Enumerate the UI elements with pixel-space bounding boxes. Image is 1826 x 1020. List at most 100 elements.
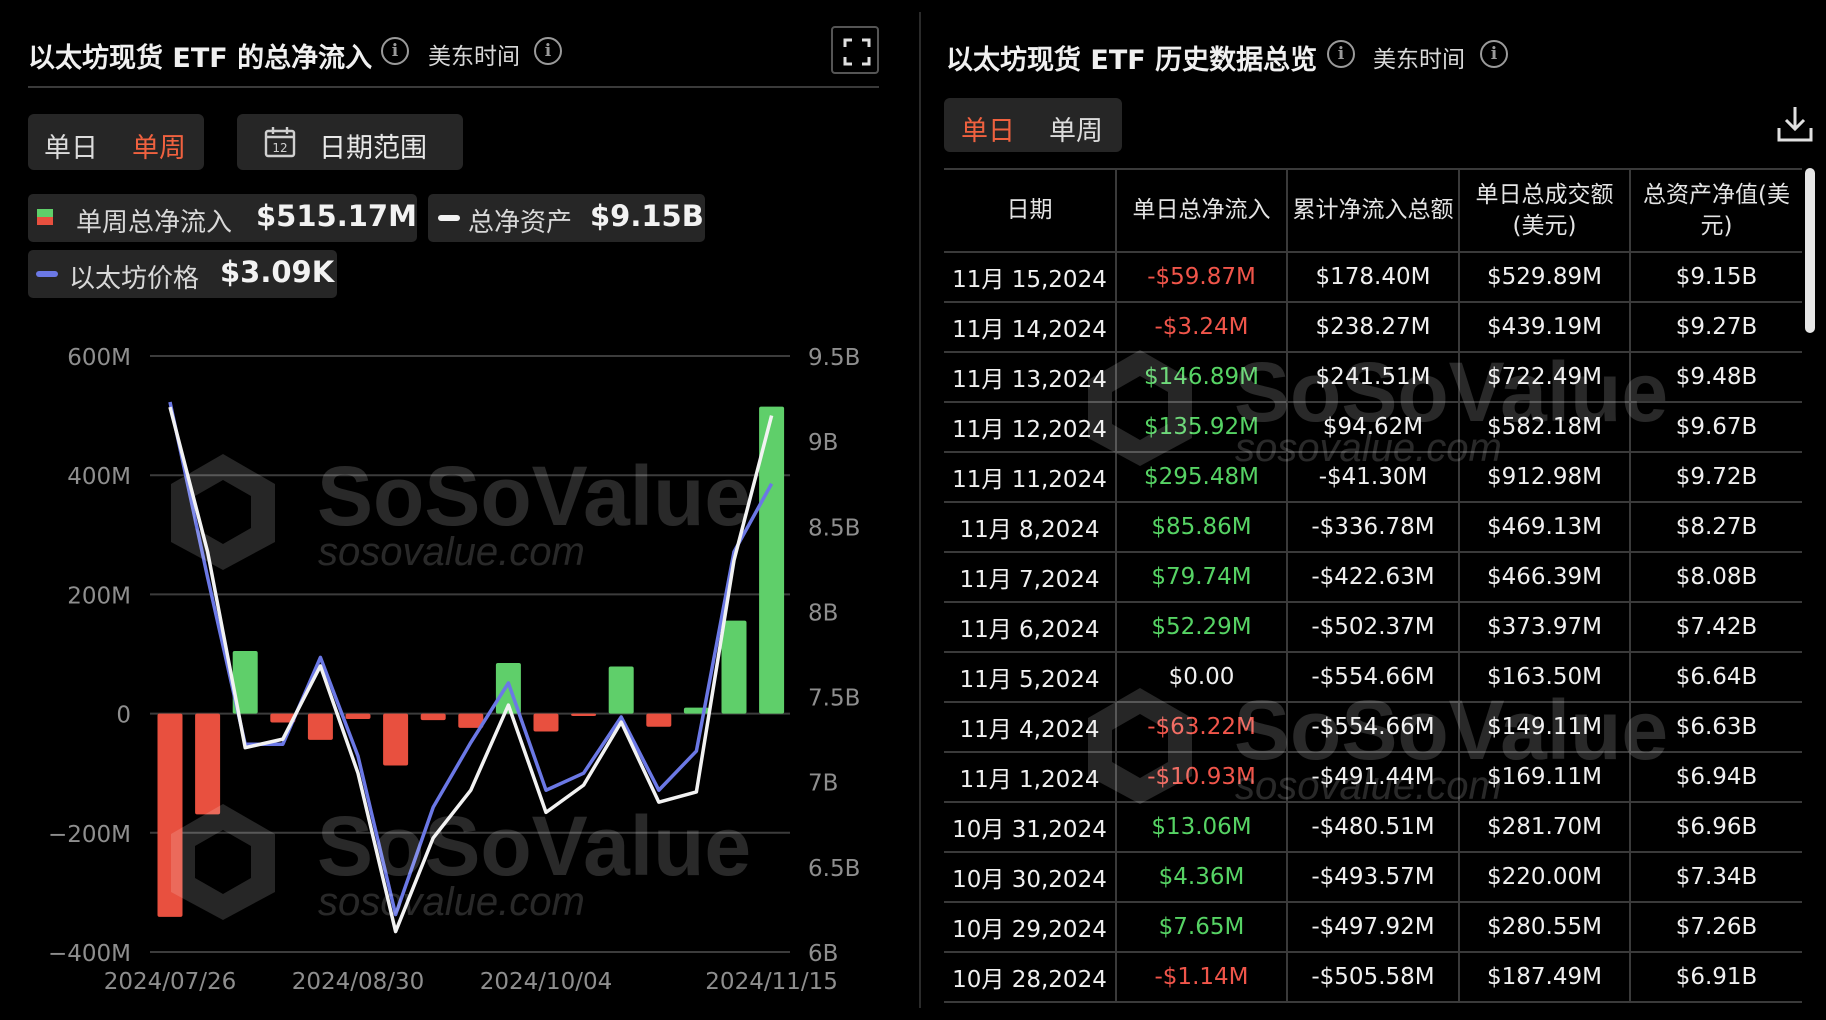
- cell-date: 11月 1,2024: [944, 752, 1117, 803]
- cell-total-net-assets: $9.15B: [1630, 252, 1802, 303]
- x-tick-label: 2024/08/30: [292, 969, 425, 995]
- table-header-row: 日期 单日总净流入 累计净流入总额 单日总成交额 (美元) 总资产净值(美元): [944, 169, 1802, 253]
- cell-daily-net-inflow: $79.74M: [1116, 552, 1288, 603]
- net-assets-line: [168, 406, 774, 934]
- col-total-net-assets[interactable]: 总资产净值(美元): [1630, 169, 1802, 253]
- inflow-bar: [646, 713, 672, 727]
- table-row[interactable]: 11月 12,2024 $135.92M $94.62M $582.18M $9.67B: [944, 402, 1802, 453]
- col-daily-value-traded[interactable]: 单日总成交额 (美元): [1459, 169, 1631, 253]
- inflow-bar: [383, 713, 409, 766]
- table-row[interactable]: 10月 28,2024 -$1.14M -$505.58M $187.49M $6.91…: [944, 952, 1802, 1003]
- calendar-day: 12: [272, 141, 287, 155]
- cell-cumulative-net-inflow: -$336.78M: [1287, 502, 1460, 553]
- y-left-tick-label: 0: [116, 703, 131, 729]
- cell-date: 11月 7,2024: [944, 552, 1117, 603]
- cell-cumulative-net-inflow: -$505.58M: [1287, 952, 1460, 1003]
- timezone-info-icon[interactable]: i: [534, 37, 562, 65]
- cell-cumulative-net-inflow: -$497.92M: [1287, 902, 1460, 953]
- history-title: 以太坊现货 ETF 历史数据总览: [946, 45, 1318, 76]
- cell-daily-net-inflow: $13.06M: [1116, 802, 1288, 853]
- table-row[interactable]: 11月 1,2024 -$10.93M -$491.44M $169.11M $6.94…: [944, 752, 1802, 803]
- cell-cumulative-net-inflow: -$502.37M: [1287, 602, 1460, 653]
- table-row[interactable]: 11月 4,2024 -$63.22M -$554.66M $149.11M $6.63…: [944, 702, 1802, 753]
- timezone-info-icon[interactable]: i: [1480, 40, 1508, 68]
- cell-cumulative-net-inflow: -$480.51M: [1287, 802, 1460, 853]
- y-left-tick-label: 200M: [67, 583, 131, 609]
- y-right-tick-label: 7.5B: [808, 686, 860, 712]
- cell-total-net-assets: $6.63B: [1630, 702, 1802, 753]
- cell-total-net-assets: $7.26B: [1630, 902, 1802, 953]
- x-tick-label: 2024/11/15: [705, 969, 838, 995]
- table-row[interactable]: 11月 11,2024 $295.48M -$41.30M $912.98M $9.72…: [944, 452, 1802, 503]
- col-daily-net-inflow[interactable]: 单日总净流入: [1116, 169, 1288, 253]
- legend-value: $9.15B: [590, 199, 704, 233]
- inflow-bar: [420, 713, 446, 721]
- fullscreen-icon[interactable]: [831, 26, 879, 74]
- net-assets-swatch-icon: [438, 215, 460, 221]
- table-row[interactable]: 11月 8,2024 $85.86M -$336.78M $469.13M $8.27B: [944, 502, 1802, 553]
- cell-cumulative-net-inflow: $241.51M: [1287, 352, 1460, 403]
- cell-daily-net-inflow: $295.48M: [1116, 452, 1288, 503]
- table-row[interactable]: 11月 5,2024 $0.00 -$554.66M $163.50M $6.64B: [944, 652, 1802, 703]
- cell-total-net-assets: $6.91B: [1630, 952, 1802, 1003]
- cell-date: 10月 31,2024: [944, 802, 1117, 853]
- table-row[interactable]: 11月 13,2024 $146.89M $241.51M $722.49M $9.48…: [944, 352, 1802, 403]
- cell-cumulative-net-inflow: $178.40M: [1287, 252, 1460, 303]
- cell-daily-net-inflow: $7.65M: [1116, 902, 1288, 953]
- x-tick-label: 2024/10/04: [480, 969, 613, 995]
- cell-daily-value-traded: $220.00M: [1459, 852, 1631, 903]
- inflow-bar: [345, 713, 371, 719]
- info-icon[interactable]: i: [1327, 40, 1355, 68]
- legend-label: 单周总净流入: [76, 208, 233, 238]
- cell-daily-value-traded: $281.70M: [1459, 802, 1631, 853]
- cell-daily-value-traded: $149.11M: [1459, 702, 1631, 753]
- table-row[interactable]: 10月 30,2024 $4.36M -$493.57M $220.00M $7.34B: [944, 852, 1802, 903]
- cell-daily-net-inflow: -$59.87M: [1116, 252, 1288, 303]
- cell-daily-net-inflow: $85.86M: [1116, 502, 1288, 553]
- chart-title: 以太坊现货 ETF 的总净流入: [28, 43, 373, 74]
- y-left-tick-label: −200M: [48, 822, 131, 848]
- table-scrollbar[interactable]: [1805, 168, 1815, 333]
- table-row[interactable]: 10月 31,2024 $13.06M -$480.51M $281.70M $6.96…: [944, 802, 1802, 853]
- title-divider: [28, 86, 879, 88]
- legend-weekly-inflow[interactable]: 单周总净流入 $515.17M: [28, 194, 417, 242]
- inflow-bar: [571, 713, 597, 716]
- tab-weekly[interactable]: 单周: [132, 126, 186, 165]
- cell-total-net-assets: $6.94B: [1630, 752, 1802, 803]
- cell-daily-net-inflow: -$3.24M: [1116, 302, 1288, 353]
- tab-weekly[interactable]: 单周: [1049, 109, 1103, 148]
- cell-total-net-assets: $7.42B: [1630, 602, 1802, 653]
- cell-daily-value-traded: $187.49M: [1459, 952, 1631, 1003]
- inflow-bar: [533, 713, 559, 732]
- col-date[interactable]: 日期: [944, 169, 1117, 253]
- legend-eth-price[interactable]: 以太坊价格 $3.09K: [28, 250, 337, 298]
- download-icon[interactable]: [1776, 104, 1814, 144]
- table-row[interactable]: 10月 29,2024 $7.65M -$497.92M $280.55M $7.26B: [944, 902, 1802, 953]
- cell-daily-net-inflow: -$10.93M: [1116, 752, 1288, 803]
- y-left-tick-label: 400M: [67, 464, 131, 490]
- cell-daily-value-traded: $466.39M: [1459, 552, 1631, 603]
- cell-daily-value-traded: $469.13M: [1459, 502, 1631, 553]
- cell-daily-value-traded: $280.55M: [1459, 902, 1631, 953]
- table-row[interactable]: 11月 15,2024 -$59.87M $178.40M $529.89M $9.15…: [944, 252, 1802, 303]
- cell-date: 10月 30,2024: [944, 852, 1117, 903]
- legend-value: $515.17M: [256, 199, 417, 233]
- date-range-button[interactable]: 12 日期范围: [237, 114, 463, 170]
- inflow-swatch-icon: [37, 209, 53, 225]
- cell-daily-net-inflow: $146.89M: [1116, 352, 1288, 403]
- cell-total-net-assets: $8.08B: [1630, 552, 1802, 603]
- cell-daily-net-inflow: $135.92M: [1116, 402, 1288, 453]
- table-row[interactable]: 11月 7,2024 $79.74M -$422.63M $466.39M $8.08B: [944, 552, 1802, 603]
- cell-date: 11月 11,2024: [944, 452, 1117, 503]
- tab-daily[interactable]: 单日: [961, 109, 1015, 148]
- cell-daily-value-traded: $163.50M: [1459, 652, 1631, 703]
- cell-daily-net-inflow: -$63.22M: [1116, 702, 1288, 753]
- table-row[interactable]: 11月 14,2024 -$3.24M $238.27M $439.19M $9.27B: [944, 302, 1802, 353]
- col-cumulative-net-inflow[interactable]: 累计净流入总额: [1287, 169, 1460, 253]
- legend-net-assets[interactable]: 总净资产 $9.15B: [428, 194, 705, 242]
- table-row[interactable]: 11月 6,2024 $52.29M -$502.37M $373.97M $7.42B: [944, 602, 1802, 653]
- info-icon[interactable]: i: [381, 37, 409, 65]
- tab-daily[interactable]: 单日: [44, 126, 98, 165]
- date-range-label: 日期范围: [319, 133, 427, 164]
- cell-cumulative-net-inflow: $238.27M: [1287, 302, 1460, 353]
